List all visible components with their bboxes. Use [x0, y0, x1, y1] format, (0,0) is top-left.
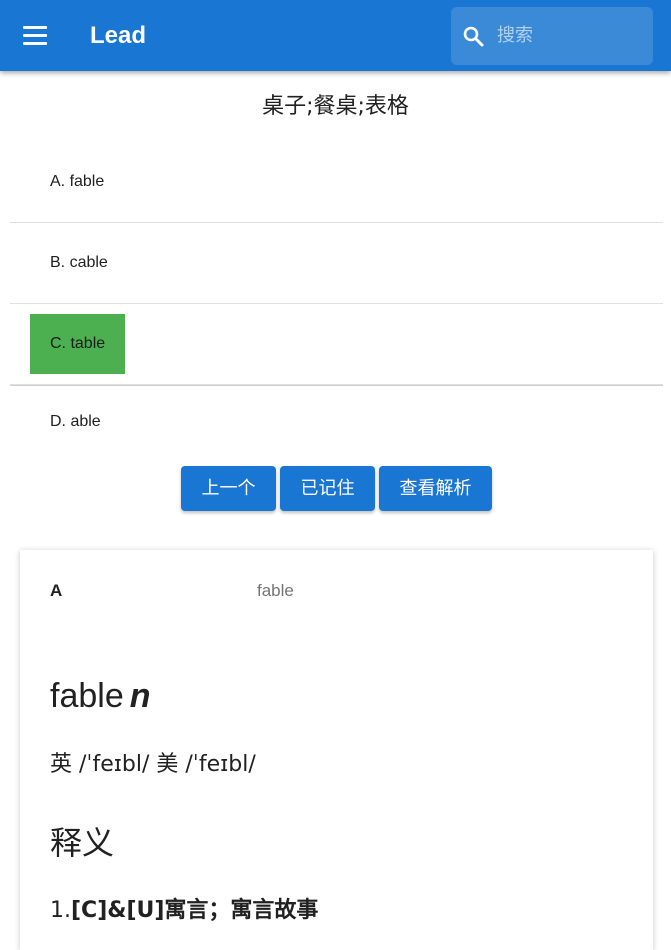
part-of-speech: n [129, 677, 151, 715]
option-letter: A [50, 581, 63, 600]
definition-section-title: 释义 [50, 824, 115, 862]
option-d-button[interactable]: D. able [30, 392, 121, 452]
search-input[interactable] [497, 21, 647, 49]
prev-button[interactable]: 上一个 [181, 466, 276, 511]
headword-text: fable [50, 677, 124, 715]
action-buttons: 上一个 已记住 查看解析 [0, 466, 671, 511]
option-a-button[interactable]: A. fable [30, 152, 124, 212]
option-c-button-correct[interactable]: C. table [30, 314, 126, 374]
search-icon [463, 26, 484, 47]
option-c: C. table [10, 304, 663, 385]
option-a: A. fable [10, 142, 663, 223]
word-detail-card: A fable fable n 英 /ˈfeɪbl/ 美 /ˈfeɪbl/ 释义 … [20, 550, 653, 950]
remembered-button[interactable]: 已记住 [280, 466, 375, 511]
app-title: Lead [90, 22, 147, 49]
question-text: 桌子;餐桌;表格 [262, 94, 409, 119]
definition-number: 1. [50, 898, 71, 923]
app-bar: Lead [0, 0, 671, 71]
headword: fable n [50, 674, 151, 718]
menu-icon[interactable] [23, 26, 47, 45]
definition-text: [C]&[U]寓言；寓言故事 [71, 898, 319, 923]
option-d: D. able [10, 385, 663, 456]
phonetic: 英 /ˈfeɪbl/ 美 /ˈfeɪbl/ [50, 752, 256, 777]
option-b-button[interactable]: B. cable [30, 233, 128, 293]
search-box[interactable] [451, 7, 653, 65]
option-word: fable [257, 581, 294, 600]
option-b: B. cable [10, 223, 663, 304]
analysis-button[interactable]: 查看解析 [379, 466, 492, 511]
definition: 1.[C]&[U]寓言；寓言故事 [50, 892, 318, 924]
